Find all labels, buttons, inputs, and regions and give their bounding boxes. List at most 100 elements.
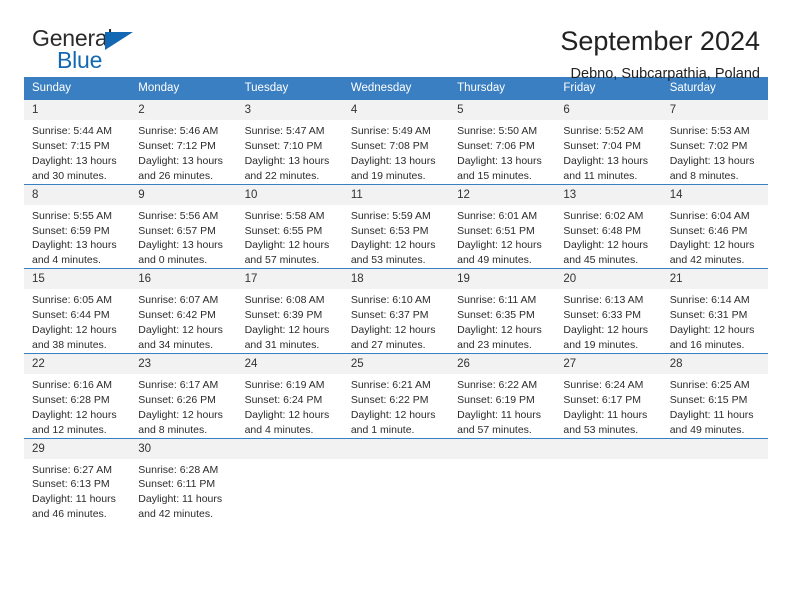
day-number: 21	[661, 269, 768, 290]
daylight-text-line1: Daylight: 11 hours	[563, 408, 648, 421]
day-info: Sunrise: 6:24 AM Sunset: 6:17 PM Dayligh…	[555, 374, 661, 438]
daylight-text-line1: Daylight: 13 hours	[457, 154, 542, 167]
sunset-text: Sunset: 7:10 PM	[244, 139, 323, 152]
sunset-text: Sunset: 6:53 PM	[350, 224, 429, 237]
day-number: 27	[555, 353, 662, 374]
daylight-text-line2: and 23 minutes.	[457, 338, 532, 351]
sunset-text: Sunset: 6:26 PM	[138, 393, 216, 406]
daylight-text-line1: Daylight: 12 hours	[669, 324, 755, 337]
day-cell[interactable]: 3 Sunrise: 5:47 AM Sunset: 7:10 PM Dayli…	[236, 99, 343, 185]
daylight-text-line1: Daylight: 12 hours	[457, 239, 542, 252]
sunset-text: Sunset: 6:13 PM	[32, 478, 110, 491]
daylight-text-line1: Daylight: 12 hours	[244, 324, 330, 337]
daylight-text-line1: Daylight: 12 hours	[669, 239, 755, 252]
day-cell[interactable]: 20 Sunrise: 6:13 AM Sunset: 6:33 PM Dayl…	[555, 268, 662, 354]
day-cell[interactable]: 14 Sunrise: 6:04 AM Sunset: 6:46 PM Dayl…	[661, 183, 768, 269]
day-cell[interactable]: 15 Sunrise: 6:05 AM Sunset: 6:44 PM Dayl…	[24, 268, 131, 354]
day-info: Sunrise: 6:04 AM Sunset: 6:46 PM Dayligh…	[662, 205, 768, 269]
day-cell[interactable]: 21 Sunrise: 6:14 AM Sunset: 6:31 PM Dayl…	[661, 268, 768, 354]
sunset-text: Sunset: 6:46 PM	[669, 224, 748, 237]
sunset-text: Sunset: 6:51 PM	[457, 224, 535, 237]
day-cell[interactable]: 29 Sunrise: 6:27 AM Sunset: 6:13 PM Dayl…	[24, 437, 131, 523]
day-number: 22	[24, 353, 131, 374]
daylight-text-line1: Daylight: 12 hours	[350, 239, 436, 252]
daylight-text-line1: Daylight: 12 hours	[138, 324, 223, 337]
day-cell[interactable]: 17 Sunrise: 6:08 AM Sunset: 6:39 PM Dayl…	[236, 268, 343, 354]
day-cell[interactable]: 22 Sunrise: 6:16 AM Sunset: 6:28 PM Dayl…	[24, 352, 131, 438]
sunset-text: Sunset: 6:42 PM	[138, 309, 216, 322]
sunset-text: Sunset: 6:55 PM	[244, 224, 323, 237]
day-number	[661, 438, 768, 459]
day-cell[interactable]: 12 Sunrise: 6:01 AM Sunset: 6:51 PM Dayl…	[449, 183, 556, 269]
sunrise-text: Sunrise: 6:10 AM	[350, 294, 431, 307]
daylight-text-line2: and 31 minutes.	[244, 338, 320, 351]
week-row: 8 Sunrise: 5:55 AM Sunset: 6:59 PM Dayli…	[24, 183, 768, 269]
general-blue-logo[interactable]: General Blue	[24, 27, 174, 79]
sunset-text: Sunset: 6:22 PM	[350, 393, 429, 406]
daylight-text-line2: and 57 minutes.	[457, 423, 532, 436]
weekday-header-monday: Monday	[130, 77, 237, 100]
sunset-text: Sunset: 7:12 PM	[138, 139, 216, 152]
day-cell[interactable]: 5 Sunrise: 5:50 AM Sunset: 7:06 PM Dayli…	[449, 99, 556, 185]
sunrise-text: Sunrise: 6:01 AM	[457, 209, 538, 222]
day-cell[interactable]: 13 Sunrise: 6:02 AM Sunset: 6:48 PM Dayl…	[555, 183, 662, 269]
day-cell[interactable]: 7 Sunrise: 5:53 AM Sunset: 7:02 PM Dayli…	[661, 99, 768, 185]
day-cell[interactable]: 16 Sunrise: 6:07 AM Sunset: 6:42 PM Dayl…	[130, 268, 237, 354]
weekday-header-wednesday: Wednesday	[342, 77, 450, 100]
day-cell[interactable]: 1 Sunrise: 5:44 AM Sunset: 7:15 PM Dayli…	[24, 99, 131, 185]
weekday-header-tuesday: Tuesday	[236, 77, 343, 100]
day-cell[interactable]: 19 Sunrise: 6:11 AM Sunset: 6:35 PM Dayl…	[449, 268, 556, 354]
sunset-text: Sunset: 7:06 PM	[457, 139, 535, 152]
day-cell[interactable]: 30 Sunrise: 6:28 AM Sunset: 6:11 PM Dayl…	[130, 437, 237, 523]
day-cell[interactable]: 2 Sunrise: 5:46 AM Sunset: 7:12 PM Dayli…	[130, 99, 237, 185]
sunrise-text: Sunrise: 5:52 AM	[563, 125, 644, 137]
daylight-text-line2: and 46 minutes.	[32, 508, 107, 521]
day-cell[interactable]: 4 Sunrise: 5:49 AM Sunset: 7:08 PM Dayli…	[342, 99, 450, 185]
sunset-text: Sunset: 7:15 PM	[32, 139, 110, 152]
day-cell[interactable]: 28 Sunrise: 6:25 AM Sunset: 6:15 PM Dayl…	[661, 352, 768, 438]
calendar-body: 1 Sunrise: 5:44 AM Sunset: 7:15 PM Dayli…	[24, 99, 768, 523]
day-number: 14	[661, 184, 768, 205]
page-title: September 2024	[560, 26, 760, 56]
day-number: 3	[236, 100, 343, 120]
daylight-text-line2: and 53 minutes.	[563, 423, 639, 436]
logo-triangle-icon	[105, 32, 133, 50]
day-cell[interactable]: 11 Sunrise: 5:59 AM Sunset: 6:53 PM Dayl…	[342, 183, 450, 269]
day-info: Sunrise: 6:28 AM Sunset: 6:11 PM Dayligh…	[130, 459, 236, 523]
sunset-text: Sunset: 6:15 PM	[669, 393, 748, 406]
day-cell[interactable]: 24 Sunrise: 6:19 AM Sunset: 6:24 PM Dayl…	[236, 352, 343, 438]
daylight-text-line2: and 45 minutes.	[563, 254, 639, 267]
day-info: Sunrise: 6:19 AM Sunset: 6:24 PM Dayligh…	[237, 374, 343, 438]
week-row: 1 Sunrise: 5:44 AM Sunset: 7:15 PM Dayli…	[24, 99, 768, 185]
sunrise-text: Sunrise: 6:14 AM	[669, 294, 750, 307]
daylight-text-line2: and 19 minutes.	[350, 169, 426, 182]
sunrise-text: Sunrise: 6:08 AM	[244, 294, 325, 307]
daylight-text-line1: Daylight: 11 hours	[138, 493, 223, 506]
day-cell[interactable]: 6 Sunrise: 5:52 AM Sunset: 7:04 PM Dayli…	[555, 99, 662, 185]
day-cell-empty	[342, 437, 450, 523]
day-cell[interactable]: 18 Sunrise: 6:10 AM Sunset: 6:37 PM Dayl…	[342, 268, 450, 354]
sunrise-text: Sunrise: 6:17 AM	[138, 378, 219, 391]
daylight-text-line1: Daylight: 13 hours	[138, 154, 223, 167]
day-number: 23	[130, 353, 237, 374]
daylight-text-line2: and 49 minutes.	[669, 423, 745, 436]
day-number: 18	[342, 269, 450, 290]
sunrise-text: Sunrise: 6:04 AM	[669, 209, 750, 222]
day-info: Sunrise: 6:27 AM Sunset: 6:13 PM Dayligh…	[24, 459, 130, 523]
sunrise-text: Sunrise: 6:22 AM	[457, 378, 538, 391]
sunset-text: Sunset: 6:19 PM	[457, 393, 535, 406]
day-cell[interactable]: 9 Sunrise: 5:56 AM Sunset: 6:57 PM Dayli…	[130, 183, 237, 269]
week-row: 15 Sunrise: 6:05 AM Sunset: 6:44 PM Dayl…	[24, 268, 768, 354]
daylight-text-line2: and 4 minutes.	[244, 423, 314, 436]
day-info: Sunrise: 6:01 AM Sunset: 6:51 PM Dayligh…	[449, 205, 555, 269]
day-cell[interactable]: 10 Sunrise: 5:58 AM Sunset: 6:55 PM Dayl…	[236, 183, 343, 269]
day-cell[interactable]: 25 Sunrise: 6:21 AM Sunset: 6:22 PM Dayl…	[342, 352, 450, 438]
day-number	[342, 438, 450, 459]
day-cell[interactable]: 26 Sunrise: 6:22 AM Sunset: 6:19 PM Dayl…	[449, 352, 556, 438]
day-cell[interactable]: 27 Sunrise: 6:24 AM Sunset: 6:17 PM Dayl…	[555, 352, 662, 438]
day-cell[interactable]: 8 Sunrise: 5:55 AM Sunset: 6:59 PM Dayli…	[24, 183, 131, 269]
sunset-text: Sunset: 7:04 PM	[563, 139, 642, 152]
daylight-text-line1: Daylight: 11 hours	[457, 408, 541, 421]
day-cell[interactable]: 23 Sunrise: 6:17 AM Sunset: 6:26 PM Dayl…	[130, 352, 237, 438]
daylight-text-line2: and 34 minutes.	[138, 338, 213, 351]
